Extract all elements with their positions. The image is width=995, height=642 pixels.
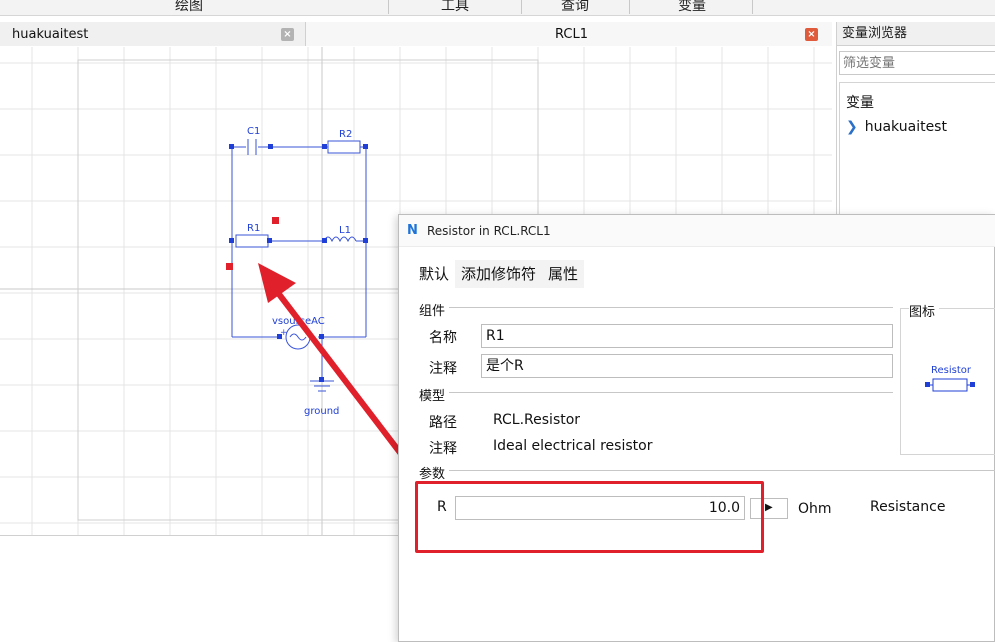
document-tab-bar: huakuaitest × RCL1 × (0, 22, 832, 46)
resistor-icon: Resistor (925, 365, 975, 392)
label-r2: R2 (339, 129, 352, 140)
label-r1: R1 (247, 223, 260, 234)
menu-tools[interactable]: 工具 (420, 0, 490, 15)
menu-variables[interactable]: 变量 (656, 0, 728, 15)
path-label: 路径 (429, 415, 457, 431)
menu-query[interactable]: 查询 (540, 0, 610, 15)
icon-label: Resistor (931, 365, 972, 376)
capacitor-c1[interactable] (247, 139, 257, 155)
menu-bar: 绘图 工具 查询 变量 (0, 0, 995, 16)
selection-handle[interactable] (272, 217, 279, 224)
name-field[interactable]: R1 (481, 324, 893, 348)
component-group-title: 组件 (419, 300, 450, 319)
dialog-tabs: 默认 添加修饰符 属性 (413, 260, 585, 288)
label-ground: ground (304, 406, 339, 417)
path-value: RCL.Resistor (493, 412, 581, 428)
resistor-properties-dialog: N Resistor in RCL.RCL1 默认 添加修饰符 属性 组件 名称… (398, 214, 995, 642)
annotation-highlight-box (415, 481, 764, 553)
tab-label: huakuaitest (12, 26, 89, 42)
menu-draw[interactable]: 绘图 (150, 0, 228, 15)
variable-filter-input[interactable] (839, 51, 995, 75)
icon-preview-box: 图标 Resistor (900, 301, 995, 455)
group-divider (419, 470, 995, 471)
app-logo-icon: N (407, 222, 418, 238)
comment-label: 注释 (429, 361, 457, 377)
play-icon: ▶ (765, 502, 773, 513)
tab-attributes[interactable]: 属性 (542, 260, 585, 288)
param-description: Resistance (870, 499, 946, 515)
resistor-r2[interactable] (327, 140, 361, 154)
menu-separator (752, 0, 753, 14)
dialog-title-bar: N Resistor in RCL.RCL1 (399, 215, 995, 247)
close-icon[interactable]: × (281, 28, 294, 41)
selection-handle[interactable] (226, 263, 233, 270)
close-icon[interactable]: × (805, 28, 818, 41)
model-group-title: 模型 (419, 385, 450, 404)
variable-browser-title: 变量浏览器 (837, 22, 995, 46)
tree-item-label: huakuaitest (864, 119, 947, 135)
model-comment-label: 注释 (429, 441, 457, 457)
chevron-right-icon[interactable]: ❯ (846, 119, 858, 135)
tab-default[interactable]: 默认 (413, 260, 456, 288)
group-divider (419, 392, 893, 393)
resistor-r1[interactable] (235, 234, 269, 248)
tree-item-huakuaitest[interactable]: ❯ huakuaitest (846, 119, 947, 135)
inductor-l1[interactable] (323, 236, 357, 243)
message-panel (0, 535, 400, 642)
tab-label: RCL1 (555, 26, 588, 42)
dialog-title: Resistor in RCL.RCL1 (427, 223, 551, 238)
variable-tree: 变量 ❯ huakuaitest (839, 82, 995, 232)
variable-tree-header: 变量 (846, 95, 874, 111)
name-label: 名称 (429, 330, 457, 346)
variable-browser-panel: 变量浏览器 变量 ❯ huakuaitest (836, 22, 995, 232)
tab-huakuaitest[interactable]: huakuaitest × (0, 22, 306, 46)
label-c1: C1 (247, 126, 260, 137)
params-group-title: 参数 (419, 463, 450, 482)
param-unit: Ohm (798, 501, 832, 517)
tab-modifiers[interactable]: 添加修饰符 (455, 260, 543, 288)
tab-rcl1[interactable]: RCL1 × (306, 22, 832, 46)
model-comment-value: Ideal electrical resistor (493, 438, 653, 454)
menu-separator (521, 0, 522, 14)
menu-separator (629, 0, 630, 14)
group-divider (419, 307, 893, 308)
menu-separator (388, 0, 389, 14)
label-l1: L1 (339, 225, 351, 236)
comment-field[interactable]: 是个R (481, 354, 893, 378)
